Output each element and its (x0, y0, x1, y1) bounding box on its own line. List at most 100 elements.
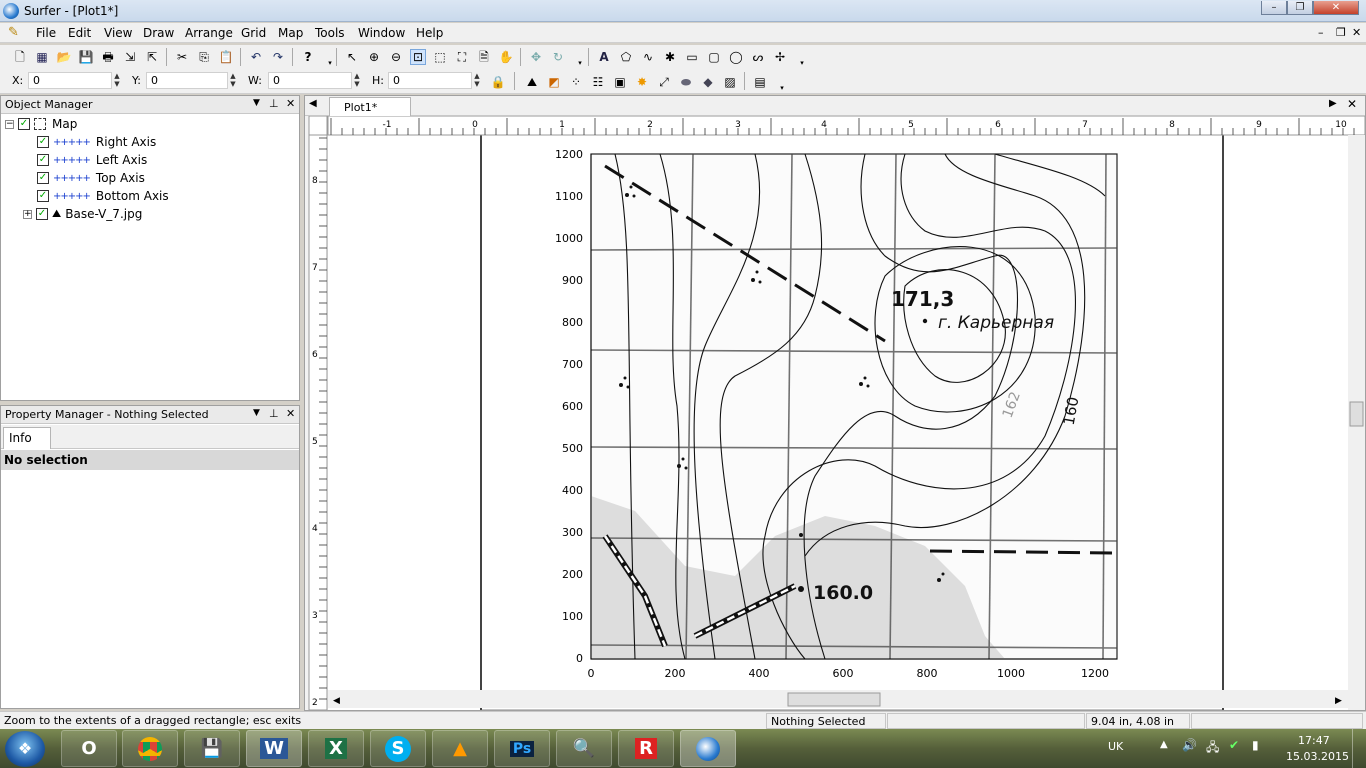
taskbar-red-app-button[interactable]: R (618, 730, 674, 767)
spline-tool-icon[interactable]: ᔕ (750, 49, 766, 65)
zoom-rectangle-icon[interactable]: ⊡ (410, 49, 426, 65)
zoom-fit-icon[interactable]: ⛶ (454, 49, 470, 65)
update-icon[interactable]: ✔ (1229, 738, 1239, 752)
polyline-tool-icon[interactable]: ∿ (640, 49, 656, 65)
vector-map-icon[interactable]: ⤢ (656, 74, 672, 90)
language-indicator[interactable]: UK (1108, 740, 1123, 753)
maximize-button[interactable]: ❐ (1287, 1, 1313, 15)
copy-icon[interactable]: ⎘ (196, 49, 212, 65)
tree-item-right-axis[interactable]: ✓ +++++ Right Axis (37, 134, 156, 150)
mdi-restore-button[interactable]: ❐ (1336, 26, 1346, 39)
rounded-rectangle-tool-icon[interactable]: ▢ (706, 49, 722, 65)
taskbar-vlc-button[interactable]: ▲ (432, 730, 488, 767)
classed-post-icon[interactable]: ☷ (590, 74, 606, 90)
taskbar-surfer-button[interactable] (680, 730, 736, 767)
symbol-tool-icon[interactable]: ✱ (662, 49, 678, 65)
expand-icon[interactable]: + (23, 209, 32, 219)
image-map-icon[interactable]: ▣ (612, 74, 628, 90)
plot-canvas[interactable]: -1 0 1 2 3 4 5 6 7 8 9 10 8 7 6 5 4 3 2 (305, 116, 1365, 710)
battery-icon[interactable]: ▮ (1252, 738, 1259, 752)
pin-icon[interactable]: ⊥ (269, 407, 279, 420)
taskbar-chrome-button[interactable] (122, 730, 178, 767)
show-hidden-icons[interactable]: ▲ (1160, 739, 1168, 750)
clock-date[interactable]: 15.03.2015 (1286, 750, 1349, 763)
h-spinner[interactable]: ▲ ▼ (472, 72, 482, 89)
tree-item-left-axis[interactable]: ✓ +++++ Left Axis (37, 152, 147, 168)
taskbar-opera-button[interactable]: O (61, 730, 117, 767)
tree-item-bottom-axis[interactable]: ✓ +++++ Bottom Axis (37, 188, 169, 204)
horizontal-scroll-thumb[interactable] (787, 692, 881, 707)
surfer-app-icon[interactable] (3, 3, 19, 19)
redo-icon[interactable]: ↷ (270, 49, 286, 65)
mdi-minimize-button[interactable]: – (1318, 26, 1324, 39)
polygon-tool-icon[interactable]: ⬠ (618, 49, 634, 65)
scroll-left-icon[interactable]: ◀ (333, 696, 340, 706)
menu-arrange[interactable]: Arrange (185, 26, 233, 40)
collapse-icon[interactable]: − (5, 119, 14, 129)
menu-window[interactable]: Window (358, 26, 405, 40)
start-button[interactable]: ❖ (5, 731, 45, 767)
taskbar-photoshop-button[interactable]: Ps (494, 730, 550, 767)
minimize-button[interactable]: – (1261, 1, 1287, 15)
panel-close-icon[interactable]: ✕ (286, 97, 295, 110)
digitize-icon[interactable]: ✥ (528, 49, 544, 65)
h-input[interactable]: 0 (388, 72, 472, 89)
shaded-relief-icon[interactable]: ✸ (634, 74, 650, 90)
paste-icon[interactable]: 📋 (218, 49, 234, 65)
visibility-checkbox[interactable]: ✓ (37, 154, 49, 166)
tree-item-top-axis[interactable]: ✓ +++++ Top Axis (37, 170, 145, 186)
lock-icon[interactable]: 🔒 (490, 74, 506, 90)
undo-icon[interactable]: ↶ (248, 49, 264, 65)
panel-menu-icon[interactable]: ▼ (253, 408, 260, 418)
w-input[interactable]: 0 (268, 72, 352, 89)
save-icon[interactable]: 💾 (78, 49, 94, 65)
tree-item-base-image[interactable]: + ✓ ⛰ Base-V_7.jpg (23, 206, 142, 222)
visibility-checkbox[interactable]: ✓ (36, 208, 48, 220)
zoom-page-icon[interactable]: 🗎 (476, 49, 492, 65)
panel-close-icon[interactable]: ✕ (286, 407, 295, 420)
scroll-right-icon[interactable]: ▶ (1335, 696, 1342, 706)
pencil-icon[interactable]: ✎ (8, 25, 19, 40)
mdi-close-button[interactable]: ✕ (1352, 26, 1361, 39)
taskbar-save-button[interactable]: 💾 (184, 730, 240, 767)
visibility-checkbox[interactable]: ✓ (37, 172, 49, 184)
base-map-icon[interactable]: ⛰ (524, 74, 540, 90)
zoom-selected-icon[interactable]: ⬚ (432, 49, 448, 65)
help-pointer-icon[interactable]: ? (300, 49, 316, 65)
tab-scroll-left-icon[interactable]: ◀ (309, 98, 317, 109)
map-properties-icon[interactable]: ▨ (722, 74, 738, 90)
print-icon[interactable]: 🖶 (100, 49, 116, 65)
wireframe-icon[interactable]: ⬬ (678, 74, 694, 90)
taskbar-skype-button[interactable]: S (370, 730, 426, 767)
reshape-tool-icon[interactable]: ✢ (772, 49, 788, 65)
export-icon[interactable]: ⇱ (144, 49, 160, 65)
tab-scroll-right-icon[interactable]: ▶ (1329, 98, 1337, 109)
zoom-in-icon[interactable]: ⊕ (366, 49, 382, 65)
clock-time[interactable]: 17:47 (1298, 734, 1330, 747)
post-map-icon[interactable]: ⁘ (568, 74, 584, 90)
x-input[interactable]: 0 (28, 72, 112, 89)
network-icon[interactable]: 🖧 (1206, 738, 1219, 759)
menu-tools[interactable]: Tools (315, 26, 345, 40)
contour-map-icon[interactable]: ◩ (546, 74, 562, 90)
menu-grid[interactable]: Grid (241, 26, 266, 40)
w-spinner[interactable]: ▲ ▼ (352, 72, 362, 89)
rectangle-tool-icon[interactable]: ▭ (684, 49, 700, 65)
menu-view[interactable]: View (104, 26, 132, 40)
menu-help[interactable]: Help (416, 26, 443, 40)
y-input[interactable]: 0 (146, 72, 228, 89)
menu-edit[interactable]: Edit (68, 26, 91, 40)
rotate-icon[interactable]: ↻ (550, 49, 566, 65)
close-button[interactable]: ✕ (1313, 1, 1359, 15)
new-file-icon[interactable]: 🗋 (12, 49, 28, 65)
taskbar-excel-button[interactable]: X (308, 730, 364, 767)
y-spinner[interactable]: ▲ ▼ (228, 72, 238, 89)
cut-icon[interactable]: ✂ (174, 49, 190, 65)
show-desktop-button[interactable] (1352, 729, 1366, 768)
volume-icon[interactable]: 🔊 (1182, 738, 1197, 752)
new-worksheet-icon[interactable]: ▦ (34, 49, 50, 65)
pin-icon[interactable]: ⊥ (269, 97, 279, 110)
pan-hand-icon[interactable]: ✋ (498, 49, 514, 65)
toolbar-overflow-icon-4[interactable]: ▾ (774, 80, 790, 96)
open-icon[interactable]: 📂 (56, 49, 72, 65)
